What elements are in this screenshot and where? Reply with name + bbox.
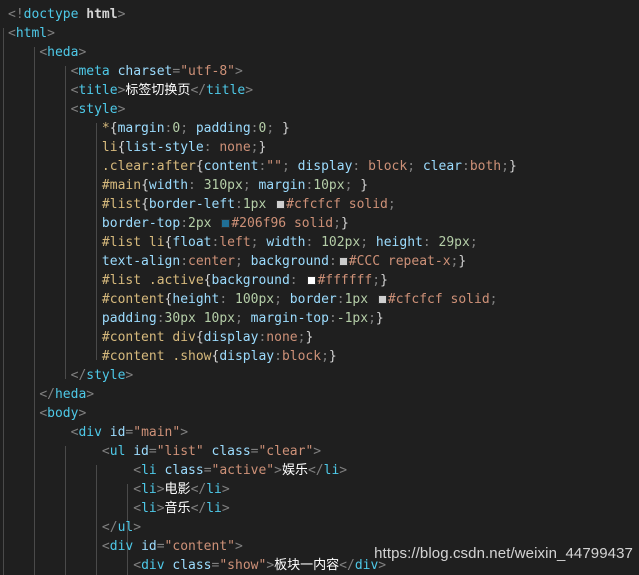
- code-line[interactable]: <style>: [0, 100, 639, 119]
- code-line[interactable]: <html>: [0, 24, 639, 43]
- code-line[interactable]: </heda>: [0, 385, 639, 404]
- watermark: https://blog.csdn.net/weixin_44799437: [374, 545, 633, 562]
- code-line[interactable]: li{list-style: none;}: [0, 138, 639, 157]
- color-swatch-cfcfcf[interactable]: [377, 295, 387, 304]
- code-line[interactable]: <li class="active">娱乐</li>: [0, 461, 639, 480]
- code-line[interactable]: padding:30px 10px; margin-top:-1px;}: [0, 309, 639, 328]
- code-line[interactable]: <heda>: [0, 43, 639, 62]
- code-line[interactable]: #list li{float:left; width: 102px; heigh…: [0, 233, 639, 252]
- code-line[interactable]: #main{width: 310px; margin:10px; }: [0, 176, 639, 195]
- code-line[interactable]: <!doctype html>: [0, 5, 639, 24]
- code-line[interactable]: #list .active{background: #ffffff;}: [0, 271, 639, 290]
- code-line[interactable]: <li>电影</li>: [0, 480, 639, 499]
- code-line[interactable]: #list{border-left:1px #cfcfcf solid;: [0, 195, 639, 214]
- code-line[interactable]: #content{height: 100px; border:1px #cfcf…: [0, 290, 639, 309]
- code-line[interactable]: <div id="main">: [0, 423, 639, 442]
- code-line[interactable]: <body>: [0, 404, 639, 423]
- color-swatch-cfcfcf[interactable]: [276, 200, 286, 209]
- code-line[interactable]: <title>标签切换页</title>: [0, 81, 639, 100]
- code-line[interactable]: <ul id="list" class="clear">: [0, 442, 639, 461]
- code-line[interactable]: .clear:after{content:""; display: block;…: [0, 157, 639, 176]
- code-line[interactable]: *{margin:0; padding:0; }: [0, 119, 639, 138]
- color-swatch-ffffff[interactable]: [307, 276, 317, 285]
- code-line[interactable]: #content div{display:none;}: [0, 328, 639, 347]
- code-line[interactable]: #content .show{display:block;}: [0, 347, 639, 366]
- color-swatch-206f96[interactable]: [221, 219, 231, 228]
- code-line[interactable]: </ul>: [0, 518, 639, 537]
- code-line[interactable]: <meta charset="utf-8">: [0, 62, 639, 81]
- code-line[interactable]: </style>: [0, 366, 639, 385]
- code-line[interactable]: border-top:2px #206f96 solid;}: [0, 214, 639, 233]
- code-content[interactable]: <!doctype html> <html> <heda> <meta char…: [0, 5, 639, 575]
- color-swatch-ccc[interactable]: [338, 257, 348, 266]
- code-line[interactable]: <li>音乐</li>: [0, 499, 639, 518]
- code-editor[interactable]: <!doctype html> <html> <heda> <meta char…: [0, 0, 639, 575]
- code-line[interactable]: text-align:center; background: #CCC repea…: [0, 252, 639, 271]
